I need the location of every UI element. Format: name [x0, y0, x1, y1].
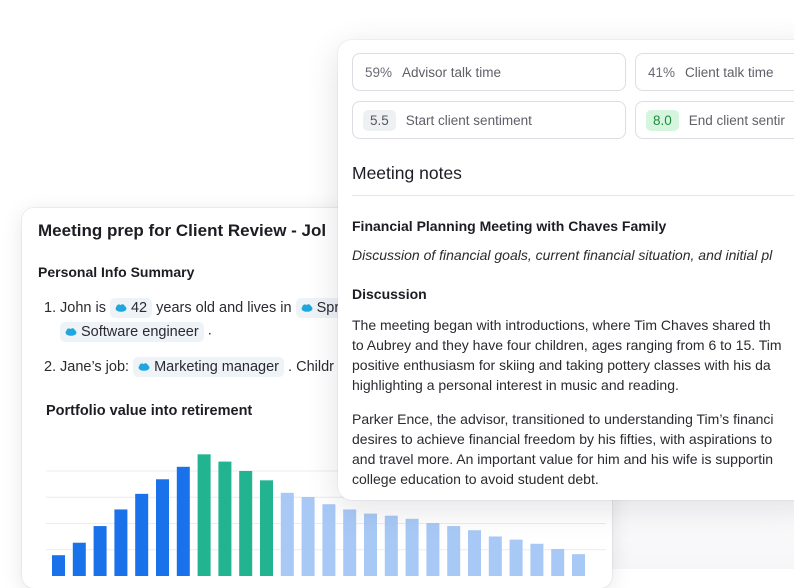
chart-bar — [176, 466, 190, 576]
chart-bar — [114, 509, 128, 576]
metric-value: 41% — [648, 64, 676, 80]
meeting-notes-heading: Meeting notes — [352, 163, 462, 183]
personal-info-list: 1. John is 42 years old and lives in Spr… — [38, 297, 345, 378]
paragraph-line: positive enthusiasm for skiing and takin… — [352, 357, 771, 373]
chart-bar — [52, 555, 65, 576]
advisor-talk-time-metric: 59% Advisor talk time — [352, 53, 626, 91]
paragraph-line: and travel more. An important value for … — [352, 451, 773, 467]
chart-bar — [551, 548, 565, 576]
paragraph-line: highlighting a personal interest in musi… — [352, 377, 679, 393]
paragraph-line: to Aubrey and they have four children, a… — [352, 337, 782, 353]
metric-label: Client talk time — [685, 64, 774, 80]
salesforce-cloud-icon — [138, 363, 150, 371]
list-text: Jane’s job: — [60, 359, 130, 375]
chart-bar — [426, 522, 440, 576]
city-chip[interactable]: Spr — [295, 298, 345, 319]
chart-bar — [322, 504, 336, 576]
end-client-sentiment-metric: 8.0 End client sentir — [635, 101, 794, 139]
paragraph-line: college education to avoid student debt. — [352, 471, 599, 487]
client-talk-time-metric: 41% Client talk time — [635, 53, 794, 91]
salesforce-cloud-icon — [65, 328, 77, 336]
discussion-paragraph: Parker Ence, the advisor, transitioned t… — [352, 409, 774, 489]
age-chip[interactable]: 42 — [109, 298, 153, 319]
paragraph-line: The meeting began with introductions, wh… — [352, 317, 771, 333]
discussion-paragraph: The meeting began with introductions, wh… — [352, 315, 782, 395]
sentiment-score-badge: 8.0 — [646, 109, 679, 131]
salesforce-cloud-icon — [115, 304, 127, 312]
city-value: Spr — [316, 300, 340, 317]
chart-bar — [260, 480, 273, 576]
job-value: Software engineer — [81, 324, 199, 340]
chart-bar — [488, 536, 502, 576]
sentiment-score-badge: 5.5 — [363, 109, 396, 131]
start-client-sentiment-metric: 5.5 Start client sentiment — [352, 101, 626, 139]
list-text: John is — [60, 300, 106, 316]
list-number: 1. — [44, 300, 57, 316]
list-item: 1. John is 42 years old and lives in Spr… — [38, 297, 345, 342]
list-text: . Childr — [288, 359, 334, 375]
list-text: years old and lives in — [156, 300, 292, 316]
chart-bar — [468, 530, 481, 576]
salesforce-cloud-icon — [301, 304, 313, 312]
list-item: 2. Jane’s job: Marketing manager . Child… — [38, 356, 344, 378]
chart-bar — [135, 493, 149, 576]
chart-bar — [572, 554, 585, 576]
chart-bar — [239, 470, 253, 576]
chart-title: Portfolio value into retirement — [46, 403, 253, 419]
metric-label: Start client sentiment — [405, 112, 532, 128]
chart-bar — [343, 509, 357, 576]
chart-bar — [509, 539, 523, 576]
chart-bar — [530, 543, 544, 576]
chart-bar — [405, 518, 419, 576]
chart-bar — [72, 542, 86, 576]
divider — [352, 195, 794, 196]
chart-bar — [156, 479, 169, 576]
chart-bar — [384, 515, 398, 576]
notes-description: Discussion of financial goals, current f… — [352, 247, 773, 263]
chart-bar — [218, 461, 232, 576]
job-chip[interactable]: Marketing manager — [133, 357, 285, 378]
notes-title: Financial Planning Meeting with Chaves F… — [352, 218, 667, 234]
paragraph-line: Parker Ence, the advisor, transitioned t… — [352, 411, 774, 427]
chart-bar — [280, 492, 294, 576]
metric-label: End client sentir — [688, 112, 785, 128]
list-number: 2. — [44, 359, 57, 375]
job-value: Marketing manager — [154, 359, 280, 376]
paragraph-line: desires to achieve financial freedom by … — [352, 431, 773, 447]
list-text: . — [207, 322, 212, 339]
chart-bar — [364, 513, 377, 576]
meeting-notes-card: 59% Advisor talk time 41% Client talk ti… — [338, 40, 794, 500]
chart-bar — [197, 454, 211, 576]
chart-bar — [301, 496, 315, 576]
personal-info-summary-heading: Personal Info Summary — [38, 264, 195, 280]
metric-value: 59% — [365, 64, 393, 80]
metric-label: Advisor talk time — [402, 64, 502, 80]
job-chip[interactable]: Software engineer — [60, 322, 204, 342]
meeting-prep-title: Meeting prep for Client Review - Jol — [38, 221, 327, 240]
age-value: 42 — [130, 300, 148, 317]
discussion-heading: Discussion — [352, 286, 427, 302]
